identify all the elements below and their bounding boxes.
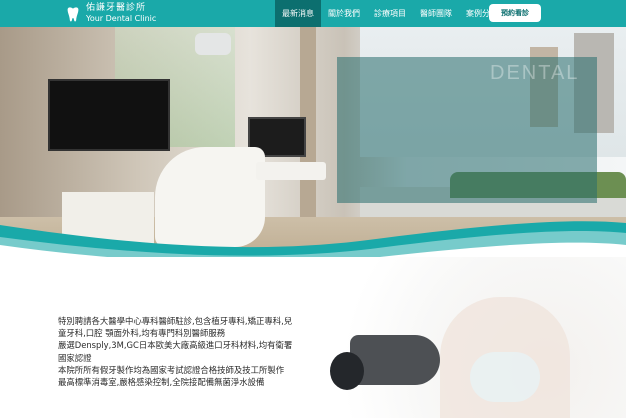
appointment-button[interactable]: 預約看診 xyxy=(489,4,541,22)
logo-chinese-name: 佑謙牙醫診所 xyxy=(86,3,147,13)
wall-tv xyxy=(48,79,170,151)
intro-line: 最高標準消毒室,嚴格感染控制,全院接配備無菌淨水設備 xyxy=(58,377,265,388)
instrument-tray xyxy=(256,162,326,180)
intro-line: 國家認證 xyxy=(58,352,92,363)
nav-item-news[interactable]: 最新消息 xyxy=(275,0,321,27)
intro-line: 童牙科,口腔 顎面外科,均有專門科別醫師服務 xyxy=(58,328,226,339)
nav-item-services[interactable]: 診療項目 xyxy=(367,0,413,27)
window-lettering: DENTAL xyxy=(490,62,580,84)
intro-line: 特別聘請各大醫學中心專科醫師駐診,包含植牙專科,矯正專科,兒 xyxy=(58,316,293,326)
logo-english-name: Your Dental Clinic xyxy=(86,14,157,23)
tooth-logo-icon xyxy=(67,6,79,22)
page: 佑謙牙醫診所 Your Dental Clinic 最新消息 關於我們 診療項目… xyxy=(0,0,626,418)
intro-line: 嚴選Densply,3M,GC日本歐美大廠高級進口牙科材料,均有衛署 xyxy=(58,340,293,351)
nav-item-doctors[interactable]: 醫師團隊 xyxy=(413,0,459,27)
dental-lamp xyxy=(195,33,231,55)
nav-item-about[interactable]: 關於我們 xyxy=(321,0,367,27)
top-navbar: 佑謙牙醫診所 Your Dental Clinic 最新消息 關於我們 診療項目… xyxy=(0,0,626,27)
intro-line: 本院所所有假牙製作均為國家考試認證合格技師及技工所製作 xyxy=(58,364,285,375)
clinic-logo[interactable]: 佑謙牙醫診所 Your Dental Clinic xyxy=(64,3,156,24)
microscope-photo xyxy=(350,335,440,385)
clinic-intro-text: 特別聘請各大醫學中心專科醫師駐診,包含植牙專科,矯正專科,兒 童牙科,口腔 顎面… xyxy=(58,315,318,388)
main-nav: 最新消息 關於我們 診療項目 醫師團隊 案例分享 xyxy=(275,0,505,27)
